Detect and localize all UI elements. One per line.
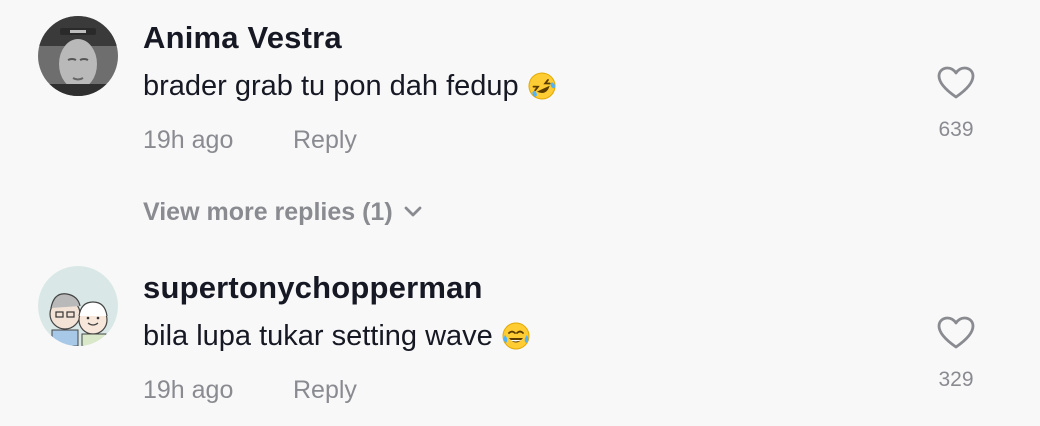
user-photo-icon [38,16,118,96]
tears-of-joy-emoji-icon [501,321,531,362]
heart-icon[interactable] [937,316,975,350]
comment-text: brader grab tu pon dah fedup [143,66,557,112]
rolling-on-floor-laughing-emoji-icon [527,71,557,112]
reply-button[interactable]: Reply [293,374,357,406]
chevron-down-icon [404,206,422,217]
comment-text-content: bila lupa tukar setting wave [143,320,493,352]
avatar[interactable] [38,16,118,96]
comment-timestamp: 19h ago [143,376,234,404]
view-more-replies-button[interactable]: View more replies (1) [143,196,423,228]
cartoon-avatar-icon [38,266,118,346]
like-button[interactable] [932,66,980,100]
comment-text-content: brader grab tu pon dah fedup [143,70,519,102]
comment-text: bila lupa tukar setting wave [143,316,531,362]
comment-username[interactable]: Anima Vestra [143,18,342,58]
avatar[interactable] [38,266,118,346]
comment-timestamp: 19h ago [143,126,234,154]
like-button[interactable] [932,316,980,350]
view-more-replies-label: View more replies (1) [143,198,393,226]
comment-item: supertonychopperman bila lupa tukar sett… [0,250,1040,426]
like-count: 329 [938,368,974,391]
reply-button[interactable]: Reply [293,124,357,156]
heart-icon[interactable] [937,66,975,100]
comment-username[interactable]: supertonychopperman [143,268,483,308]
comment-item: Anima Vestra brader grab tu pon dah fedu… [0,0,1040,180]
like-count: 639 [938,118,974,141]
